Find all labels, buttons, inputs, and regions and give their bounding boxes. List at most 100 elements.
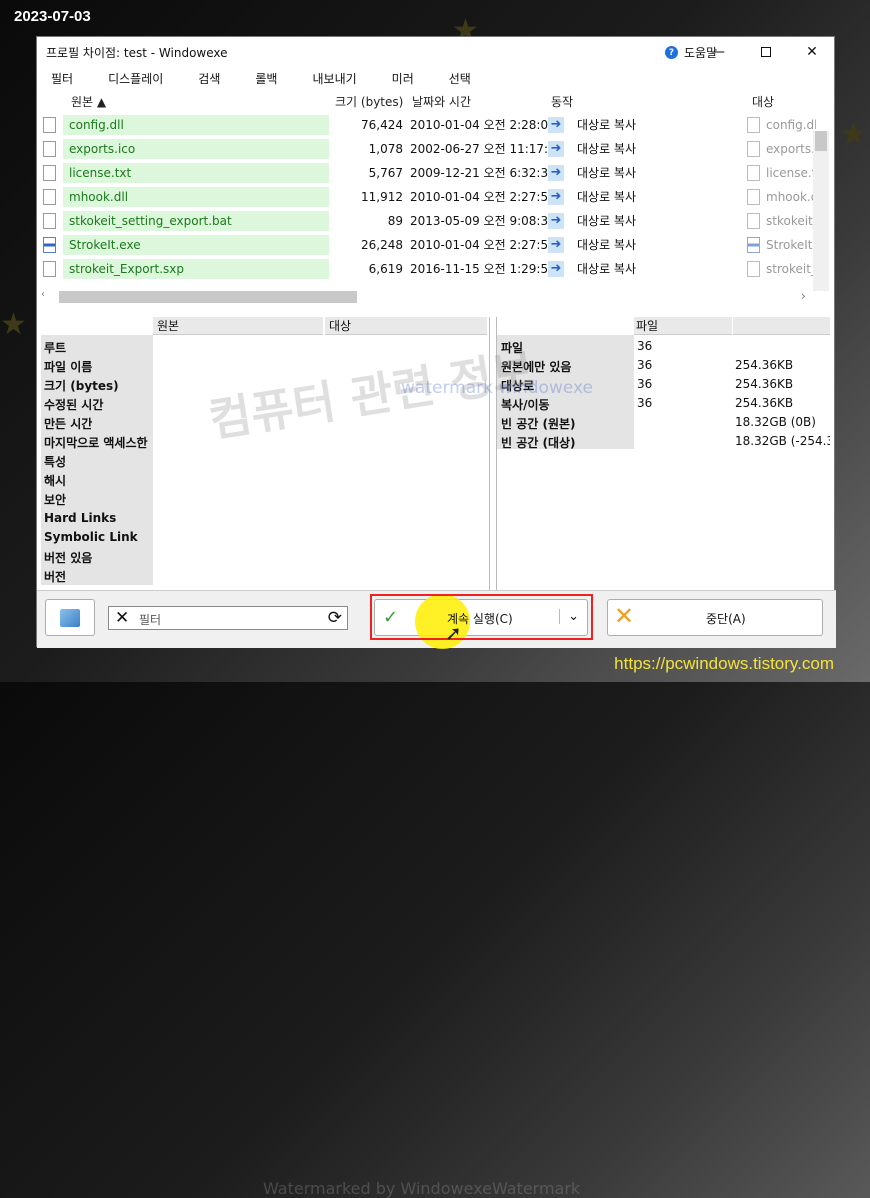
batch-file-icon [43, 213, 56, 229]
prop-label: 특성 [44, 455, 67, 469]
stat-files: 36 [637, 377, 653, 391]
menu-filter[interactable]: 필터 [51, 70, 73, 87]
file-action: 대상로 복사 [577, 214, 637, 228]
target-name: license.t [766, 166, 816, 180]
copy-arrow-icon: ➜ [548, 189, 564, 205]
menu-bar: 필터 디스플레이 검색 롤백 내보내기 미러 선택 [37, 67, 834, 89]
table-row[interactable]: exports.ico 1,078 2002-06-27 오전 11:17:30 ➜ 대… [39, 137, 829, 161]
menu-mirror[interactable]: 미러 [392, 70, 414, 87]
target-name: StrokeIt.e [766, 238, 816, 252]
menu-select[interactable]: 선택 [449, 70, 471, 87]
close-button[interactable]: ✕ [801, 41, 823, 63]
menu-export[interactable]: 내보내기 [312, 70, 356, 87]
file-name: StrokeIt.exe [63, 235, 329, 255]
stat-size: 254.36KB [735, 396, 794, 410]
prop-label: 버전 있음 [44, 551, 93, 565]
scroll-left-icon[interactable]: ‹ [41, 289, 45, 300]
target-file-icon [747, 213, 760, 229]
prop-label: 파일 이름 [44, 360, 93, 374]
file-action: 대상로 복사 [577, 190, 637, 204]
file-name: config.dll [63, 115, 329, 135]
prop-label: Symbolic Link [44, 530, 138, 544]
stats-header-files: 파일 [634, 317, 732, 335]
stat-size: 254.36KB [735, 377, 794, 391]
filter-field[interactable]: ✕ 필터 ⟳ [108, 606, 348, 630]
copy-arrow-icon: ➜ [548, 117, 564, 133]
stat-files: 36 [637, 396, 653, 410]
menu-search[interactable]: 검색 [198, 70, 220, 87]
highlight-box [370, 594, 593, 640]
file-size: 1,078 [368, 142, 403, 156]
star-decoration: ★ [840, 117, 867, 152]
capture-date: 2023-07-03 [14, 8, 91, 25]
title-bar: 프로필 차이점: test - Windowexe ? 도움말 — ✕ [37, 37, 834, 67]
column-action[interactable]: 동작 [551, 93, 573, 111]
stat-label: 빈 공간 (원본) [501, 417, 576, 431]
prop-label: 보안 [44, 493, 67, 507]
clear-filter-icon[interactable]: ✕ [115, 608, 129, 628]
bottom-toolbar: ✕ 필터 ⟳ ✓ 계속 실행(C) ⌄ ✕ 중단(A) Watermarked … [37, 590, 836, 1198]
stat-size: 18.32GB (0B) [735, 415, 816, 429]
menu-display[interactable]: 디스플레이 [108, 70, 163, 87]
table-row[interactable]: config.dll 76,424 2010-01-04 오전 2:28:00 ➜ 대상… [39, 113, 829, 137]
file-icon [43, 261, 56, 277]
exe-file-icon [43, 237, 56, 253]
table-row[interactable]: stkokeit_setting_export.bat 89 2013-05-09 … [39, 209, 829, 233]
star-decoration: ★ [0, 307, 27, 342]
compare-button[interactable] [45, 599, 95, 636]
file-list: config.dll 76,424 2010-01-04 오전 2:28:00 ➜ 대상… [39, 113, 829, 291]
target-name: stkokeit_ [766, 214, 816, 228]
stats-panel: 파일 파일 원본에만 있음 대상로 복사/이동 빈 공간 (원본) 빈 공간 (… [497, 317, 830, 481]
table-row[interactable]: strokeit_Export.sxp 6,619 2016-11-15 오전 1:… [39, 257, 829, 281]
stop-label: 중단(A) [706, 612, 746, 626]
stat-size: 254.36KB [735, 358, 794, 372]
file-list-vscrollbar[interactable] [813, 131, 829, 291]
column-source[interactable]: 원본 ▲ [71, 93, 106, 111]
file-list-hscrollbar[interactable] [59, 291, 357, 303]
target-exe-icon [747, 237, 760, 253]
copy-arrow-icon: ➜ [548, 141, 564, 157]
target-name: exports.i [766, 142, 816, 156]
prop-label: 버전 [44, 570, 67, 584]
sort-up-icon: ▲ [96, 95, 107, 109]
scroll-right-icon[interactable]: › [801, 289, 806, 303]
column-size[interactable]: 크기 (bytes) [335, 93, 403, 111]
copy-arrow-icon: ➜ [548, 237, 564, 253]
refresh-icon[interactable]: ⟳ [328, 607, 342, 629]
target-file-icon [747, 189, 760, 205]
file-size: 11,912 [361, 190, 403, 204]
table-row[interactable]: mhook.dll 11,912 2010-01-04 오전 2:27:58 ➜ 대상로… [39, 185, 829, 209]
file-size: 89 [387, 214, 403, 228]
file-size: 76,424 [361, 118, 403, 132]
file-size: 26,248 [361, 238, 403, 252]
target-name: mhook.d [766, 190, 816, 204]
target-name: config.dll [766, 118, 816, 132]
table-row[interactable]: license.txt 5,767 2009-12-21 오전 6:32:38 ➜ 대상… [39, 161, 829, 185]
column-source-label: 원본 [71, 95, 94, 109]
file-size: 6,619 [368, 262, 403, 276]
scroll-thumb[interactable] [815, 131, 827, 151]
minimize-button[interactable]: — [707, 41, 729, 63]
close-icon: ✕ [806, 44, 818, 60]
maximize-icon [761, 47, 771, 57]
target-file-icon [747, 165, 760, 181]
prop-label: Hard Links [44, 511, 117, 525]
window-title: 프로필 차이점: test - Windowexe [46, 45, 228, 60]
column-date[interactable]: 날짜와 시간 [412, 93, 471, 111]
maximize-button[interactable] [755, 41, 777, 63]
file-name: strokeit_Export.sxp [63, 259, 329, 279]
minimize-icon: — [711, 44, 725, 60]
stats-header-size [733, 317, 830, 335]
watermark-text: watermark windowexe [401, 378, 594, 398]
profile-diff-window: 프로필 차이점: test - Windowexe ? 도움말 — ✕ 필터 디… [36, 36, 836, 1198]
copy-arrow-icon: ➜ [548, 165, 564, 181]
stat-files: 36 [637, 358, 653, 372]
stop-icon: ✕ [614, 602, 635, 630]
table-row[interactable]: StrokeIt.exe 26,248 2010-01-04 오전 2:27:58 ➜… [39, 233, 829, 257]
column-target[interactable]: 대상 [752, 93, 774, 111]
stop-button[interactable]: ✕ 중단(A) [607, 599, 823, 636]
file-name: license.txt [63, 163, 329, 183]
target-file-icon [747, 141, 760, 157]
mouse-cursor-icon: ➚ [445, 621, 462, 645]
menu-rollback[interactable]: 롤백 [255, 70, 277, 87]
